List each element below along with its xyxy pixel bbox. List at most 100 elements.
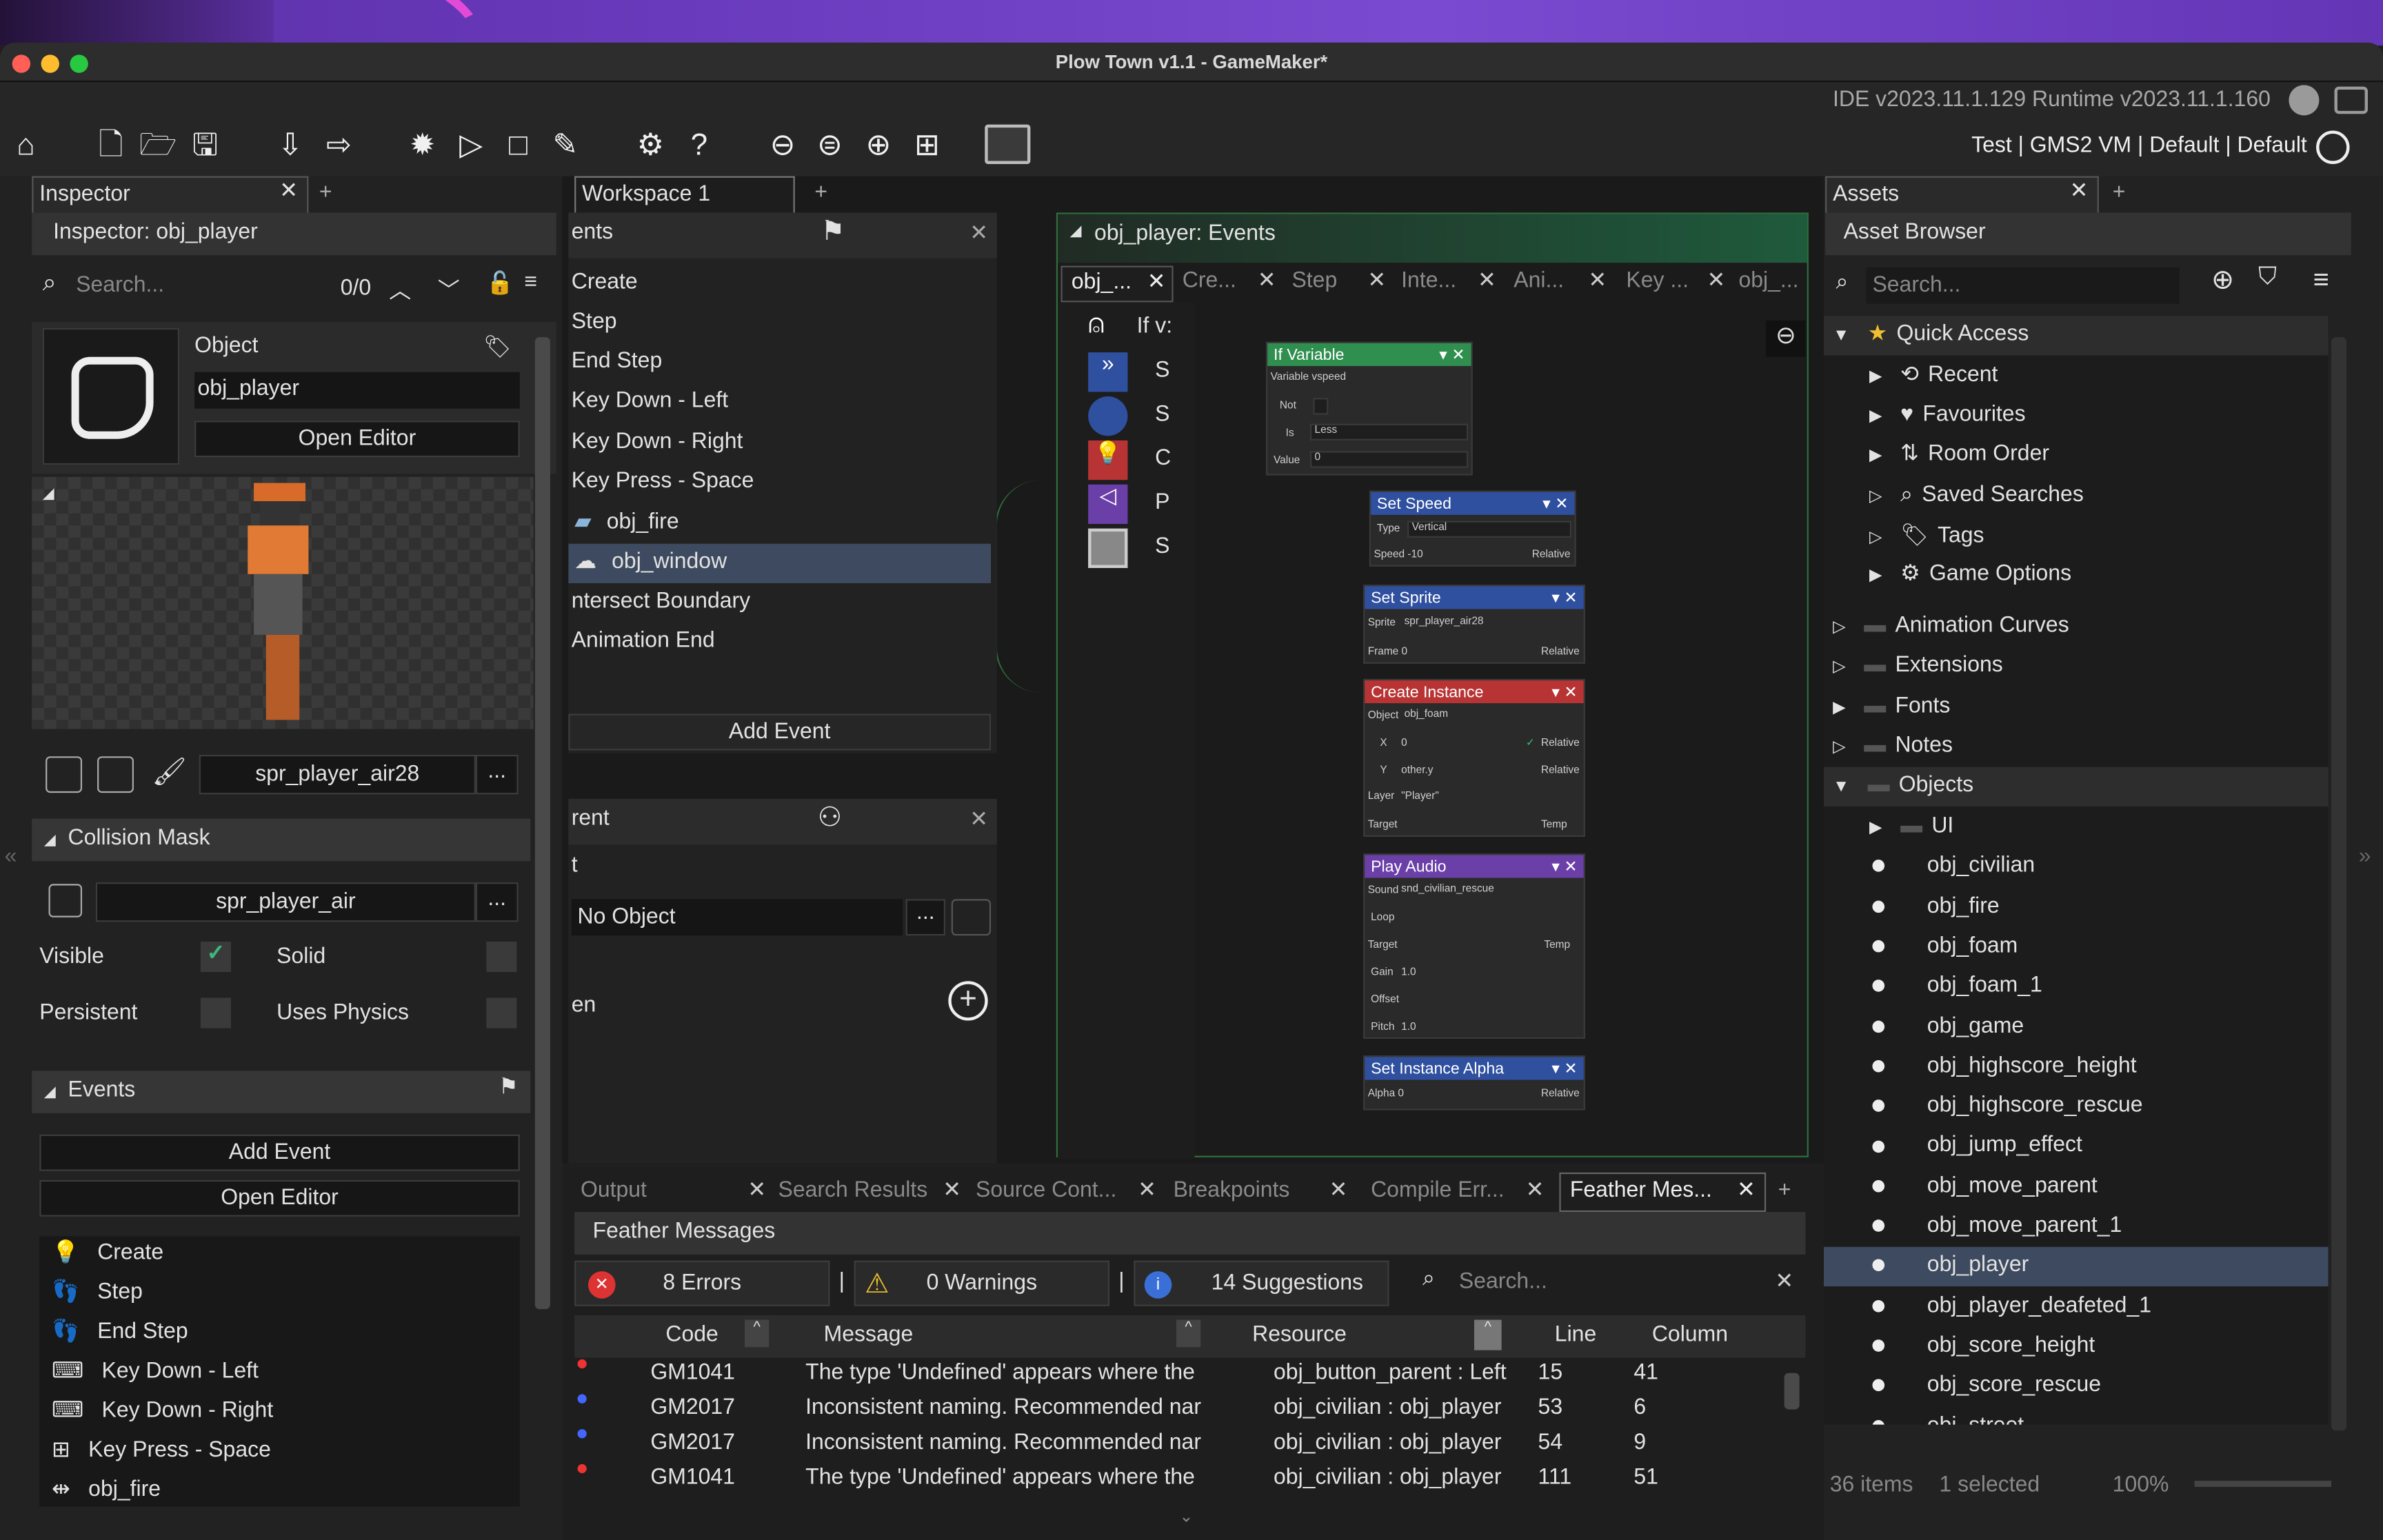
asset-object[interactable]: obj_foam_1	[1872, 974, 2042, 998]
add-tab-icon[interactable]: +	[319, 181, 332, 205]
folder-notes[interactable]: ▷ ▬ Notes	[1833, 733, 1953, 758]
menu-icon[interactable]: ≡	[524, 270, 537, 294]
target-icon[interactable]	[2316, 130, 2350, 164]
help-icon[interactable]: ?	[679, 128, 718, 164]
col-column[interactable]: Column	[1652, 1323, 1728, 1347]
home-icon[interactable]: ⌂	[6, 128, 46, 164]
workspace-view-icon[interactable]	[985, 124, 1031, 164]
chevron-up-icon[interactable]: ︿	[389, 274, 411, 305]
debug-icon[interactable]: ✹	[403, 128, 442, 164]
tag-icon[interactable]: 🏷	[483, 334, 512, 360]
node-set-sprite[interactable]: Set Sprite ▾ ✕ Sprite spr_player_air28 Fr…	[1363, 585, 1585, 664]
ws-event-boundary[interactable]: ntersect Boundary	[572, 589, 750, 614]
ws-event-step[interactable]: Step	[572, 310, 617, 334]
tab-breakpoints[interactable]: Breakpoints ✕	[1174, 1179, 1348, 1203]
event-key-press-space[interactable]: ⊞ Key Press - Space	[52, 1438, 271, 1462]
fit-icon[interactable]: ⊞	[907, 128, 947, 164]
filter-icon[interactable]: ⛉	[2258, 264, 2276, 292]
output-search-input[interactable]: Search...	[1459, 1270, 1547, 1294]
visible-checkbox[interactable]: ✓	[200, 941, 232, 973]
asset-object[interactable]: obj_foam	[1872, 934, 2018, 958]
edit-mask-icon[interactable]	[48, 884, 83, 918]
node-create-instance[interactable]: Create Instance ▾ ✕ Object obj_foam X 0 ✓…	[1363, 678, 1585, 837]
tab-obj-2[interactable]: obj_...	[1738, 269, 1798, 293]
folder-objects[interactable]: ▼ ▬ Objects	[1833, 773, 1973, 797]
ws-event-end-step[interactable]: End Step	[572, 349, 663, 374]
flag-icon[interactable]: ⚑	[499, 1075, 519, 1100]
tab-inspector[interactable]: Inspector ✕	[32, 176, 309, 213]
asset-object[interactable]: obj_player	[1872, 1253, 2029, 1278]
feather-message-row[interactable]: GM2017 Inconsistent naming. Recommended n…	[574, 1392, 1775, 1428]
collapse-icon[interactable]: ◢	[43, 486, 54, 503]
node-set-speed[interactable]: Set Speed ▾ ✕ Type Vertical Speed -10 Rel…	[1369, 490, 1576, 567]
ws-event-key-left[interactable]: Key Down - Left	[572, 389, 728, 413]
create-instance-icon[interactable]: 💡	[1088, 440, 1128, 480]
col-message[interactable]: Message	[824, 1323, 914, 1347]
new-project-icon[interactable]: 🗋	[91, 128, 130, 164]
col-line[interactable]: Line	[1555, 1323, 1596, 1347]
quick-saved-searches[interactable]: ▷ ⌕ Saved Searches	[1869, 483, 2084, 507]
flag-icon[interactable]: ⚑	[821, 216, 845, 247]
new-sprite-icon[interactable]	[46, 756, 83, 793]
close-icon[interactable]: ✕	[279, 179, 298, 203]
tab-intersect[interactable]: Inte... ✕	[1401, 269, 1496, 293]
run-icon[interactable]: ▷	[452, 128, 491, 164]
asset-object[interactable]: obj_game	[1872, 1014, 2024, 1038]
asset-object[interactable]: obj_move_parent	[1872, 1173, 2098, 1198]
suggestions-filter[interactable]: i 14 Suggestions	[1134, 1260, 1389, 1306]
errors-filter[interactable]: ✕ 8 Errors	[574, 1260, 830, 1306]
node-play-audio[interactable]: Play Audio ▾ ✕ Sound snd_civilian_rescue …	[1363, 853, 1585, 1039]
close-icon[interactable]: ✕	[969, 222, 988, 246]
quick-room-order[interactable]: ▶ ⇅ Room Order	[1869, 442, 2049, 466]
tab-step[interactable]: Step ✕	[1291, 269, 1386, 293]
event-key-down-right[interactable]: ⌨ Key Down - Right	[52, 1399, 273, 1423]
feather-message-row[interactable]: GM2017 Inconsistent naming. Recommended n…	[574, 1428, 1775, 1463]
quick-recent[interactable]: ▶ ⟲ Recent	[1869, 363, 1998, 387]
account-icon[interactable]	[2289, 85, 2320, 116]
asset-object[interactable]: obj_score_rescue	[1872, 1373, 2101, 1397]
add-event-button[interactable]: Add Event	[39, 1134, 520, 1171]
mask-more-button[interactable]: ...	[475, 882, 519, 922]
collapse-right-icon[interactable]: »	[2359, 844, 2371, 869]
asset-object[interactable]: obj_highscore_height	[1872, 1054, 2137, 1078]
asset-object[interactable]: obj_jump_effect	[1872, 1133, 2082, 1158]
uses-physics-checkbox[interactable]	[486, 997, 517, 1029]
edit-parent-icon[interactable]	[951, 899, 992, 936]
tab-assets[interactable]: Assets ✕	[1825, 176, 2099, 213]
zoom-reset-icon[interactable]: ⊜	[810, 128, 849, 164]
warnings-filter[interactable]: ⚠ 0 Warnings	[854, 1260, 1109, 1306]
folder-ui[interactable]: ▶ ▬ UI	[1869, 814, 1953, 838]
node-if-variable[interactable]: If Variable ▾ ✕ Variable vspeed Not Is Le…	[1266, 341, 1473, 476]
parent-more-button[interactable]: ...	[905, 899, 945, 936]
clean-icon[interactable]: ✎	[545, 128, 585, 164]
collision-mask-header[interactable]: ◢ Collision Mask	[32, 818, 531, 862]
add-output-tab-icon[interactable]: +	[1778, 1179, 1791, 1203]
import-icon[interactable]: ⇩	[270, 128, 310, 164]
events-header[interactable]: ◢ Events ⚑	[32, 1071, 531, 1113]
folder-extensions[interactable]: ▷ ▬ Extensions	[1833, 653, 2003, 677]
event-step[interactable]: 👣 Step	[52, 1279, 143, 1304]
object-name-field[interactable]: obj_player	[194, 372, 520, 409]
asset-object[interactable]: obj_highscore_rescue	[1872, 1094, 2143, 1118]
parent-selector[interactable]: No Object	[571, 899, 903, 936]
play-audio-icon[interactable]: ◁	[1088, 484, 1128, 525]
export-icon[interactable]: ⇨	[319, 128, 359, 164]
ws-event-obj-fire[interactable]: ▰ obj_fire	[574, 510, 678, 534]
col-code[interactable]: Code	[665, 1323, 718, 1347]
edit-sprite-icon[interactable]	[97, 756, 134, 793]
zoom-out-icon[interactable]: ⊖	[763, 128, 802, 164]
tab-key[interactable]: Key ... ✕	[1626, 269, 1725, 293]
quick-tags[interactable]: ▷ 🏷 Tags	[1869, 523, 1984, 548]
add-asset-icon[interactable]: ⊕	[2211, 264, 2234, 296]
persistent-checkbox[interactable]	[200, 997, 232, 1029]
feather-message-row[interactable]: GM1041 The type 'Undefined' appears where…	[574, 1358, 1775, 1393]
asset-object[interactable]: obj_move_parent_1	[1872, 1213, 2122, 1238]
open-editor-button[interactable]: Open Editor	[194, 421, 520, 458]
target-selector[interactable]: Test | GMS2 VM | Default | Default	[1971, 134, 2307, 158]
open-project-icon[interactable]: 🗁	[139, 128, 178, 164]
brush-icon[interactable]: 🖌	[152, 756, 186, 788]
solid-checkbox[interactable]	[486, 941, 517, 973]
close-icon[interactable]: ✕	[969, 808, 988, 832]
ws-event-obj-window[interactable]: ☁ obj_window	[574, 550, 727, 574]
tab-obj[interactable]: obj_... ✕	[1060, 265, 1174, 303]
